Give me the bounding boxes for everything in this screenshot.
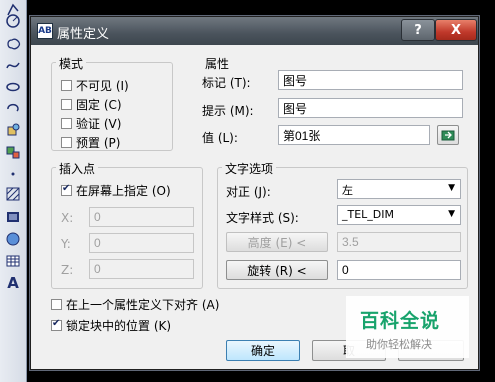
justify-value: 左 bbox=[342, 184, 353, 197]
constant-checkbox-row[interactable]: 固定 (C) bbox=[61, 96, 122, 112]
tag-label: 标记 (T): bbox=[202, 76, 251, 90]
invisible-label: 不可见 (I) bbox=[76, 78, 129, 93]
close-button[interactable]: X bbox=[435, 19, 477, 41]
watermark-title: 百科全说 bbox=[360, 310, 441, 332]
tag-input[interactable] bbox=[278, 70, 463, 90]
watermark: 百科全说 助你轻松解决 bbox=[346, 296, 469, 358]
draw-toolbar: A bbox=[0, 0, 27, 382]
ellipse-icon[interactable] bbox=[3, 77, 23, 97]
multiline-text-icon[interactable]: A bbox=[3, 273, 23, 293]
x-input[interactable] bbox=[89, 207, 194, 227]
default-value-input[interactable] bbox=[278, 125, 430, 145]
specify-on-screen-row[interactable]: 在屏幕上指定 (O) bbox=[61, 182, 171, 198]
height-input[interactable] bbox=[337, 232, 461, 252]
dialog-title: 属性定义 bbox=[57, 27, 110, 42]
align-below-checkbox[interactable] bbox=[51, 298, 62, 310]
text-style-label: 文字样式 (S): bbox=[226, 211, 299, 225]
value-label: 值 (L): bbox=[202, 131, 238, 145]
chevron-down-icon: ▼ bbox=[448, 209, 455, 219]
text-options-group-title: 文字选项 bbox=[222, 160, 277, 177]
preset-checkbox[interactable] bbox=[61, 136, 72, 148]
height-pick-button[interactable]: 高度 (E) < bbox=[226, 232, 328, 252]
mode-group-title: 模式 bbox=[56, 55, 87, 72]
justify-select[interactable]: 左 ▼ bbox=[337, 179, 461, 199]
ok-button[interactable]: 确定 bbox=[226, 340, 300, 361]
circle-icon[interactable] bbox=[3, 11, 23, 31]
preset-checkbox-row[interactable]: 预置 (P) bbox=[61, 134, 120, 150]
specify-on-screen-checkbox[interactable] bbox=[61, 183, 72, 196]
y-label: Y: bbox=[61, 237, 71, 251]
y-input[interactable] bbox=[89, 233, 194, 253]
z-input[interactable] bbox=[89, 259, 194, 279]
rotation-input[interactable] bbox=[337, 260, 461, 280]
x-label: X: bbox=[61, 211, 74, 225]
lock-position-label: 锁定块中的位置 (K) bbox=[66, 318, 172, 333]
chevron-down-icon: ▼ bbox=[448, 183, 455, 193]
align-below-row[interactable]: 在上一个属性定义下对齐 (A) bbox=[51, 296, 219, 312]
text-style-select[interactable]: _TEL_DIM ▼ bbox=[337, 205, 461, 225]
rotation-pick-button[interactable]: 旋转 (R) < bbox=[226, 260, 328, 280]
verify-label: 验证 (V) bbox=[76, 116, 122, 131]
dialog-titlebar[interactable]: AB 属性定义 ? X bbox=[31, 17, 478, 45]
verify-checkbox[interactable] bbox=[61, 117, 72, 129]
invisible-checkbox-row[interactable]: 不可见 (I) bbox=[61, 77, 129, 93]
insert-field-icon bbox=[441, 130, 455, 141]
specify-on-screen-label: 在屏幕上指定 (O) bbox=[76, 183, 171, 198]
insert-field-button[interactable] bbox=[437, 125, 459, 145]
align-below-label: 在上一个属性定义下对齐 (A) bbox=[66, 297, 220, 312]
spline-icon[interactable] bbox=[3, 56, 23, 76]
attribute-group-title: 属性 bbox=[202, 55, 233, 72]
z-label: Z: bbox=[61, 263, 74, 277]
preset-label: 预置 (P) bbox=[76, 135, 121, 150]
app-icon: AB bbox=[37, 23, 53, 39]
point-icon[interactable] bbox=[3, 164, 23, 184]
constant-label: 固定 (C) bbox=[76, 97, 122, 112]
ellipse-arc-icon[interactable] bbox=[3, 98, 23, 118]
lock-position-row[interactable]: 锁定块中的位置 (K) bbox=[51, 317, 171, 333]
make-block-icon[interactable] bbox=[3, 142, 23, 162]
text-tool-label: A bbox=[7, 274, 19, 292]
justify-label: 对正 (J): bbox=[226, 185, 271, 199]
region-icon[interactable] bbox=[3, 229, 23, 249]
revcloud-icon[interactable] bbox=[3, 34, 23, 54]
lock-position-checkbox[interactable] bbox=[51, 318, 62, 331]
insertion-point-group-title: 插入点 bbox=[56, 160, 99, 177]
watermark-subtitle: 助你轻松解决 bbox=[366, 338, 432, 351]
table-icon[interactable] bbox=[3, 251, 23, 271]
text-style-value: _TEL_DIM bbox=[342, 208, 395, 221]
prompt-label: 提示 (M): bbox=[202, 104, 254, 118]
insert-block-icon[interactable] bbox=[3, 120, 23, 140]
gradient-icon[interactable] bbox=[3, 207, 23, 227]
prompt-input[interactable] bbox=[278, 98, 463, 118]
invisible-checkbox[interactable] bbox=[61, 79, 72, 91]
verify-checkbox-row[interactable]: 验证 (V) bbox=[61, 115, 121, 131]
help-button[interactable]: ? bbox=[401, 19, 435, 41]
hatch-icon[interactable] bbox=[3, 184, 23, 204]
constant-checkbox[interactable] bbox=[61, 98, 72, 110]
